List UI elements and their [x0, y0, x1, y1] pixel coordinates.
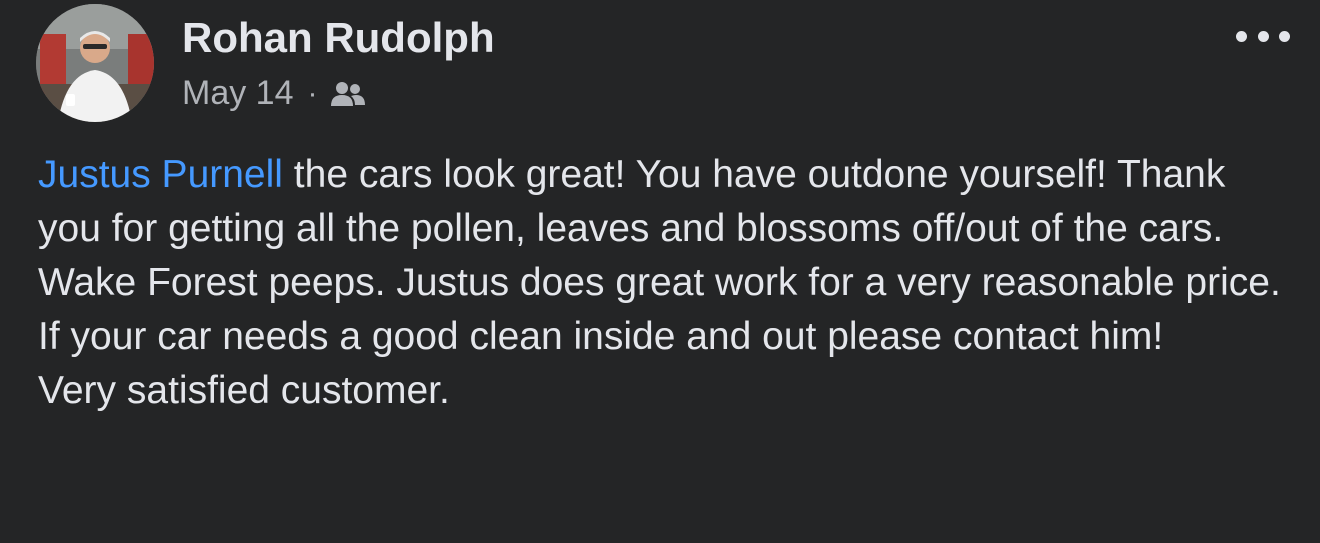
more-horizontal-icon-dot [1257, 30, 1269, 42]
friends-icon[interactable] [330, 80, 366, 110]
more-options-button[interactable] [1236, 26, 1290, 46]
more-horizontal-icon-dot [1236, 30, 1247, 42]
author-name[interactable]: Rohan Rudolph [182, 14, 495, 62]
author-avatar[interactable] [36, 4, 154, 122]
mention-link[interactable]: Justus Purnell [38, 153, 283, 196]
meta-separator: · [307, 76, 318, 110]
post-paragraph: Wake Forest peeps. Justus does great wor… [38, 261, 1281, 358]
post-meta: May 14 · [182, 74, 366, 113]
post-text: Justus Purnell the cars look great! You … [38, 148, 1288, 418]
post-paragraph: Very satisfied customer. [38, 369, 450, 412]
post-paragraph: Justus Purnell the cars look great! You … [38, 148, 1288, 256]
avatar-photo [36, 4, 154, 122]
post-date[interactable]: May 14 [182, 74, 294, 113]
post-card: Rohan Rudolph May 14 · Justus Purnell th… [0, 0, 1320, 543]
more-horizontal-icon-dot [1279, 30, 1290, 42]
